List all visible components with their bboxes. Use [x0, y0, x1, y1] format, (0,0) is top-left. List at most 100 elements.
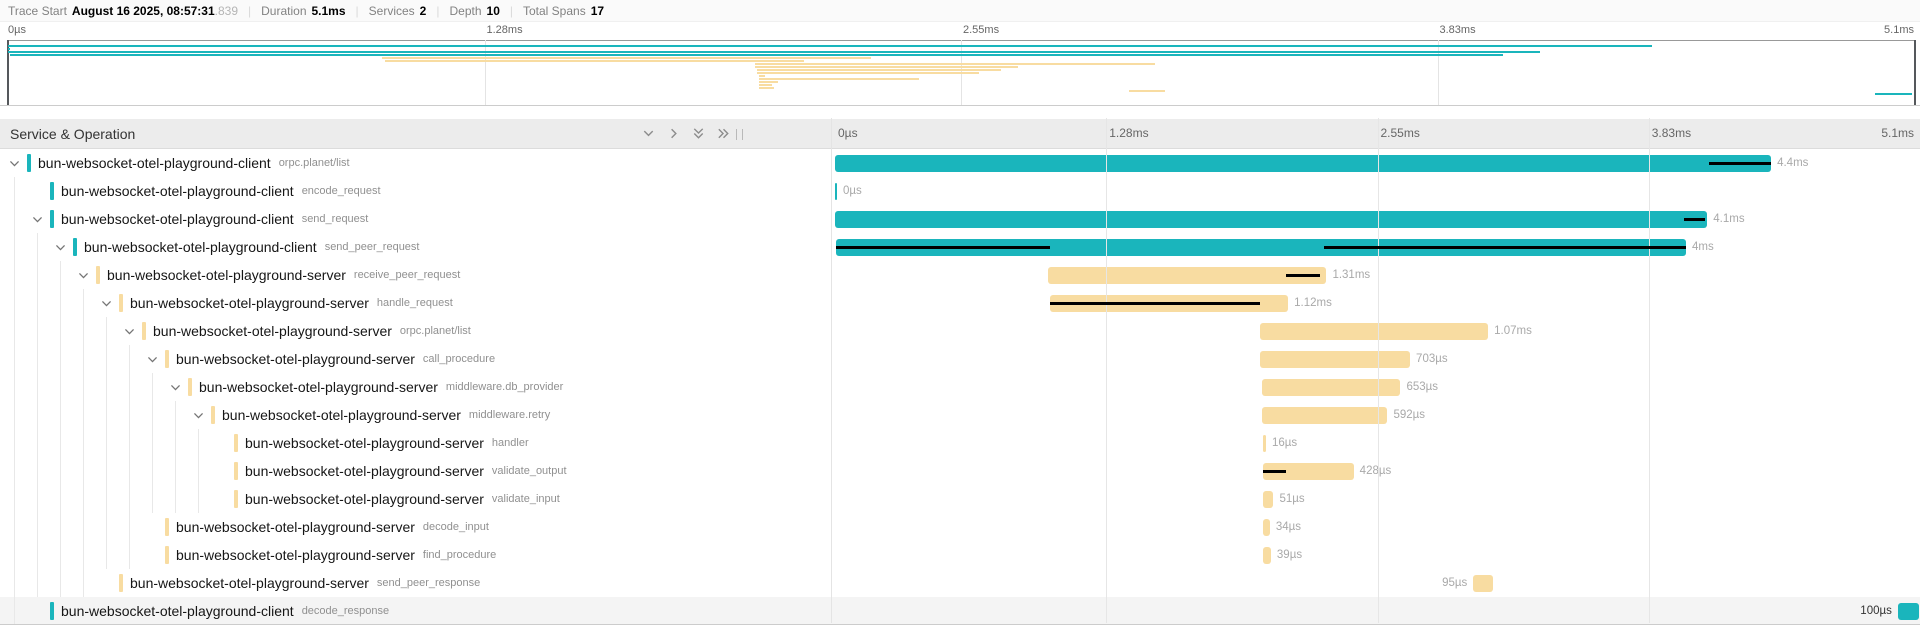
column-resizer[interactable]	[736, 129, 743, 140]
span-bar[interactable]	[835, 211, 1707, 228]
span-timeline-cell[interactable]: 39µs	[831, 541, 1920, 569]
span-row[interactable]: bun-websocket-otel-playground-server val…	[0, 457, 1920, 485]
span-timeline-cell[interactable]: 100µs	[831, 597, 1920, 624]
span-row[interactable]: bun-websocket-otel-playground-server val…	[0, 485, 1920, 513]
service-name: bun-websocket-otel-playground-client	[61, 603, 294, 619]
span-row[interactable]: bun-websocket-otel-playground-client enc…	[0, 177, 1920, 205]
span-timeline-cell[interactable]: 592µs	[831, 401, 1920, 429]
span-timeline-cell[interactable]: 428µs	[831, 457, 1920, 485]
span-name-cell[interactable]: bun-websocket-otel-playground-server fin…	[0, 541, 831, 569]
span-name-cell[interactable]: bun-websocket-otel-playground-client enc…	[0, 177, 831, 205]
column-divider[interactable]	[831, 118, 832, 623]
span-bar[interactable]	[1263, 491, 1274, 508]
span-row[interactable]: bun-websocket-otel-playground-server orp…	[0, 317, 1920, 345]
span-row[interactable]: bun-websocket-otel-playground-server mid…	[0, 401, 1920, 429]
span-timeline-cell[interactable]: 703µs	[831, 345, 1920, 373]
span-timeline-cell[interactable]: 1.07ms	[831, 317, 1920, 345]
span-row[interactable]: bun-websocket-otel-playground-client dec…	[0, 597, 1920, 625]
span-name-cell[interactable]: bun-websocket-otel-playground-client sen…	[0, 205, 831, 233]
minimap-span-bar	[755, 63, 1155, 65]
double-chevron-down-icon[interactable]	[691, 126, 706, 141]
span-name-cell[interactable]: bun-websocket-otel-playground-server mid…	[0, 401, 831, 429]
span-name-cell[interactable]: bun-websocket-otel-playground-server val…	[0, 457, 831, 485]
collapse-chevron-icon[interactable]	[123, 325, 136, 338]
minimap-span-bar	[759, 84, 772, 86]
trace-summary-bar: Trace StartAugust 16 2025, 08:57:31.839|…	[0, 0, 1920, 22]
span-bar[interactable]	[1048, 267, 1327, 284]
collapse-chevron-icon[interactable]	[77, 269, 90, 282]
span-bar[interactable]	[1262, 407, 1388, 424]
tree-guide-line	[129, 485, 130, 513]
span-row[interactable]: bun-websocket-otel-playground-client sen…	[0, 233, 1920, 261]
span-bar[interactable]	[1263, 547, 1271, 564]
span-row[interactable]: bun-websocket-otel-playground-server han…	[0, 429, 1920, 457]
span-timeline-cell[interactable]: 16µs	[831, 429, 1920, 457]
span-name-cell[interactable]: bun-websocket-otel-playground-server mid…	[0, 373, 831, 401]
service-operation-title: Service & Operation	[10, 126, 135, 142]
span-bar[interactable]	[1262, 379, 1401, 396]
span-name-cell[interactable]: bun-websocket-otel-playground-server han…	[0, 289, 831, 317]
minimap-gridline	[1438, 40, 1439, 105]
span-bar[interactable]	[1898, 603, 1919, 620]
span-name-cell[interactable]: bun-websocket-otel-playground-client sen…	[0, 233, 831, 261]
span-bar[interactable]	[1260, 351, 1410, 368]
span-timeline-cell[interactable]: 4ms	[831, 233, 1920, 261]
tree-guide-line	[129, 541, 130, 569]
minimap-scrubber-right[interactable]	[1914, 40, 1916, 105]
span-timeline-cell[interactable]: 95µs	[831, 569, 1920, 597]
span-timeline-cell[interactable]: 34µs	[831, 513, 1920, 541]
span-name-cell[interactable]: bun-websocket-otel-playground-server rec…	[0, 261, 831, 289]
span-name-cell[interactable]: bun-websocket-otel-playground-server han…	[0, 429, 831, 457]
span-timeline-cell[interactable]: 51µs	[831, 485, 1920, 513]
minimap-spacer	[0, 106, 1920, 119]
span-row[interactable]: bun-websocket-otel-playground-server rec…	[0, 261, 1920, 289]
span-name-cell[interactable]: bun-websocket-otel-playground-server val…	[0, 485, 831, 513]
tree-guide-line	[106, 429, 107, 457]
span-bar[interactable]	[1260, 323, 1488, 340]
collapse-chevron-icon[interactable]	[54, 241, 67, 254]
tree-guide-line	[37, 429, 38, 457]
span-bar[interactable]	[835, 155, 1771, 172]
span-bar[interactable]	[1263, 519, 1270, 536]
minimap-span-bar	[1875, 93, 1912, 95]
operation-name: decode_response	[302, 605, 389, 617]
minimap-axis: 0µs1.28ms2.55ms3.83ms5.1ms	[0, 22, 1920, 39]
span-row[interactable]: bun-websocket-otel-playground-client sen…	[0, 205, 1920, 233]
span-row[interactable]: bun-websocket-otel-playground-client orp…	[0, 149, 1920, 177]
collapse-chevron-icon[interactable]	[100, 297, 113, 310]
collapse-chevron-icon[interactable]	[169, 381, 182, 394]
double-chevron-right-icon[interactable]	[716, 126, 731, 141]
span-name-cell[interactable]: bun-websocket-otel-playground-client orp…	[0, 149, 831, 177]
span-row[interactable]: bun-websocket-otel-playground-server mid…	[0, 373, 1920, 401]
span-name-cell[interactable]: bun-websocket-otel-playground-server dec…	[0, 513, 831, 541]
span-name-cell[interactable]: bun-websocket-otel-playground-client dec…	[0, 597, 831, 624]
span-name-cell[interactable]: bun-websocket-otel-playground-server sen…	[0, 569, 831, 597]
span-row[interactable]: bun-websocket-otel-playground-server dec…	[0, 513, 1920, 541]
span-timeline-cell[interactable]: 653µs	[831, 373, 1920, 401]
collapse-chevron-icon[interactable]	[192, 409, 205, 422]
summary-label: Duration	[261, 4, 306, 18]
tree-guide-line	[83, 345, 84, 373]
span-bar[interactable]	[1473, 575, 1493, 592]
span-timeline-cell[interactable]: 0µs	[831, 177, 1920, 205]
trace-minimap[interactable]	[0, 39, 1920, 106]
span-row[interactable]: bun-websocket-otel-playground-server fin…	[0, 541, 1920, 569]
collapse-chevron-icon[interactable]	[31, 213, 44, 226]
span-timeline-cell[interactable]: 1.12ms	[831, 289, 1920, 317]
span-bar[interactable]	[835, 183, 837, 200]
chevron-down-icon[interactable]	[641, 126, 656, 141]
chevron-right-icon[interactable]	[666, 126, 681, 141]
tree-guide-line	[60, 289, 61, 317]
span-row[interactable]: bun-websocket-otel-playground-server han…	[0, 289, 1920, 317]
minimap-axis-tick: 5.1ms	[1884, 24, 1914, 36]
span-name-cell[interactable]: bun-websocket-otel-playground-server cal…	[0, 345, 831, 373]
span-row[interactable]: bun-websocket-otel-playground-server sen…	[0, 569, 1920, 597]
span-timeline-cell[interactable]: 4.1ms	[831, 205, 1920, 233]
span-timeline-cell[interactable]: 4.4ms	[831, 149, 1920, 177]
span-timeline-cell[interactable]: 1.31ms	[831, 261, 1920, 289]
collapse-chevron-icon[interactable]	[8, 157, 21, 170]
span-name-cell[interactable]: bun-websocket-otel-playground-server orp…	[0, 317, 831, 345]
span-row[interactable]: bun-websocket-otel-playground-server cal…	[0, 345, 1920, 373]
collapse-chevron-icon[interactable]	[146, 353, 159, 366]
span-bar[interactable]	[1263, 435, 1266, 452]
